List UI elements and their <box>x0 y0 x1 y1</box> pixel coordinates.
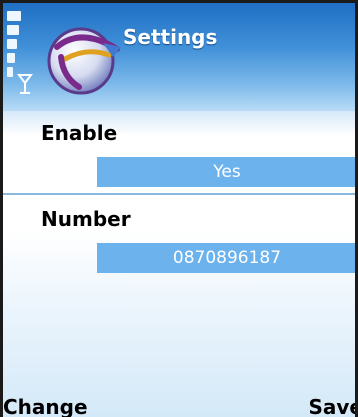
page-title: Settings <box>123 25 218 49</box>
enable-value-field[interactable]: Yes <box>97 157 355 187</box>
number-label: Number <box>41 207 131 231</box>
title-bar: Settings <box>3 3 355 111</box>
antenna-icon <box>17 74 33 94</box>
app-logo-icon <box>47 27 121 95</box>
enable-label: Enable <box>41 121 118 145</box>
list-item-enable[interactable]: Enable Yes <box>3 111 355 193</box>
save-softkey-button[interactable]: Save <box>308 395 355 417</box>
number-value-field[interactable]: 0870896187 <box>97 243 355 273</box>
change-softkey-button[interactable]: Change <box>3 395 88 417</box>
list-item-number[interactable]: Number 0870896187 <box>3 195 355 285</box>
phone-screen: Settings Enable Yes Number 0870896187 Ch… <box>0 0 358 417</box>
